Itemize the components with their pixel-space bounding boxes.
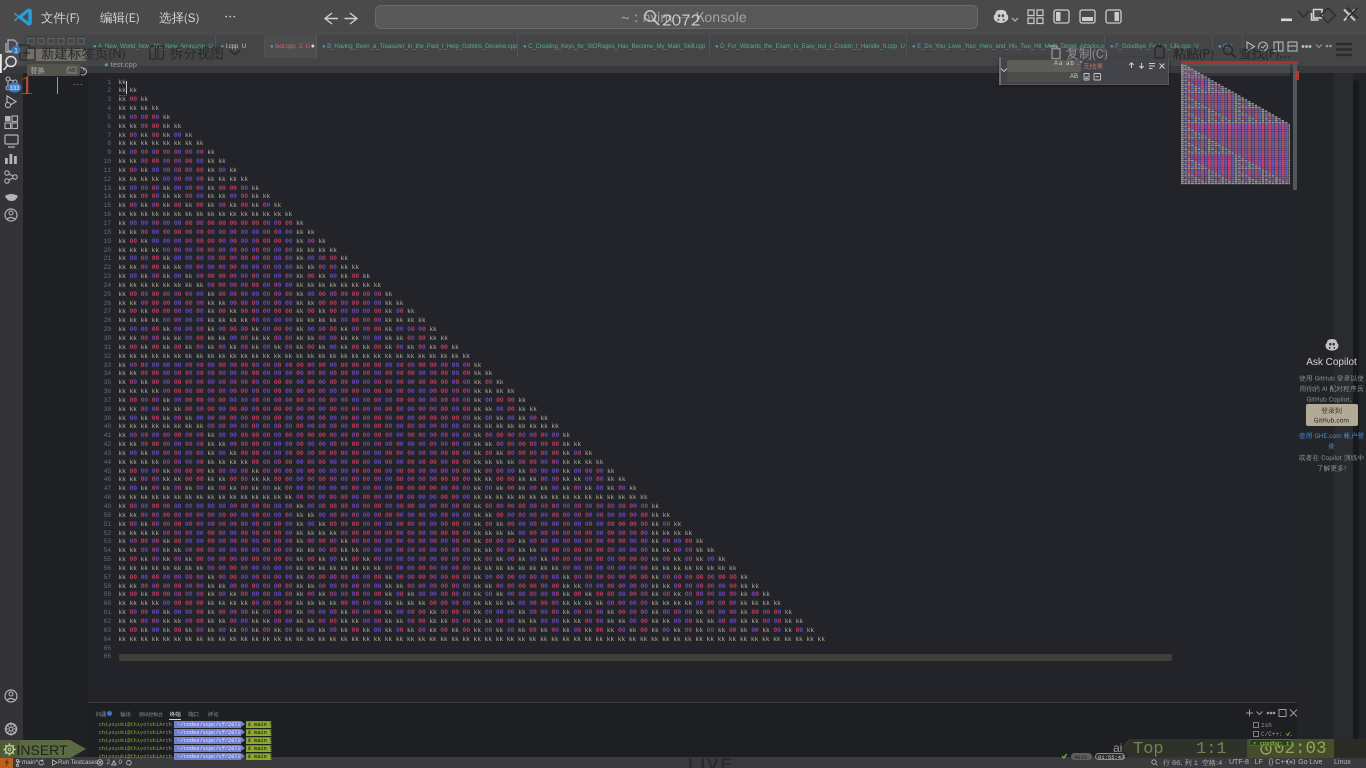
svg-text:333: 333 [9, 86, 20, 92]
svg-text:AB: AB [69, 68, 77, 74]
